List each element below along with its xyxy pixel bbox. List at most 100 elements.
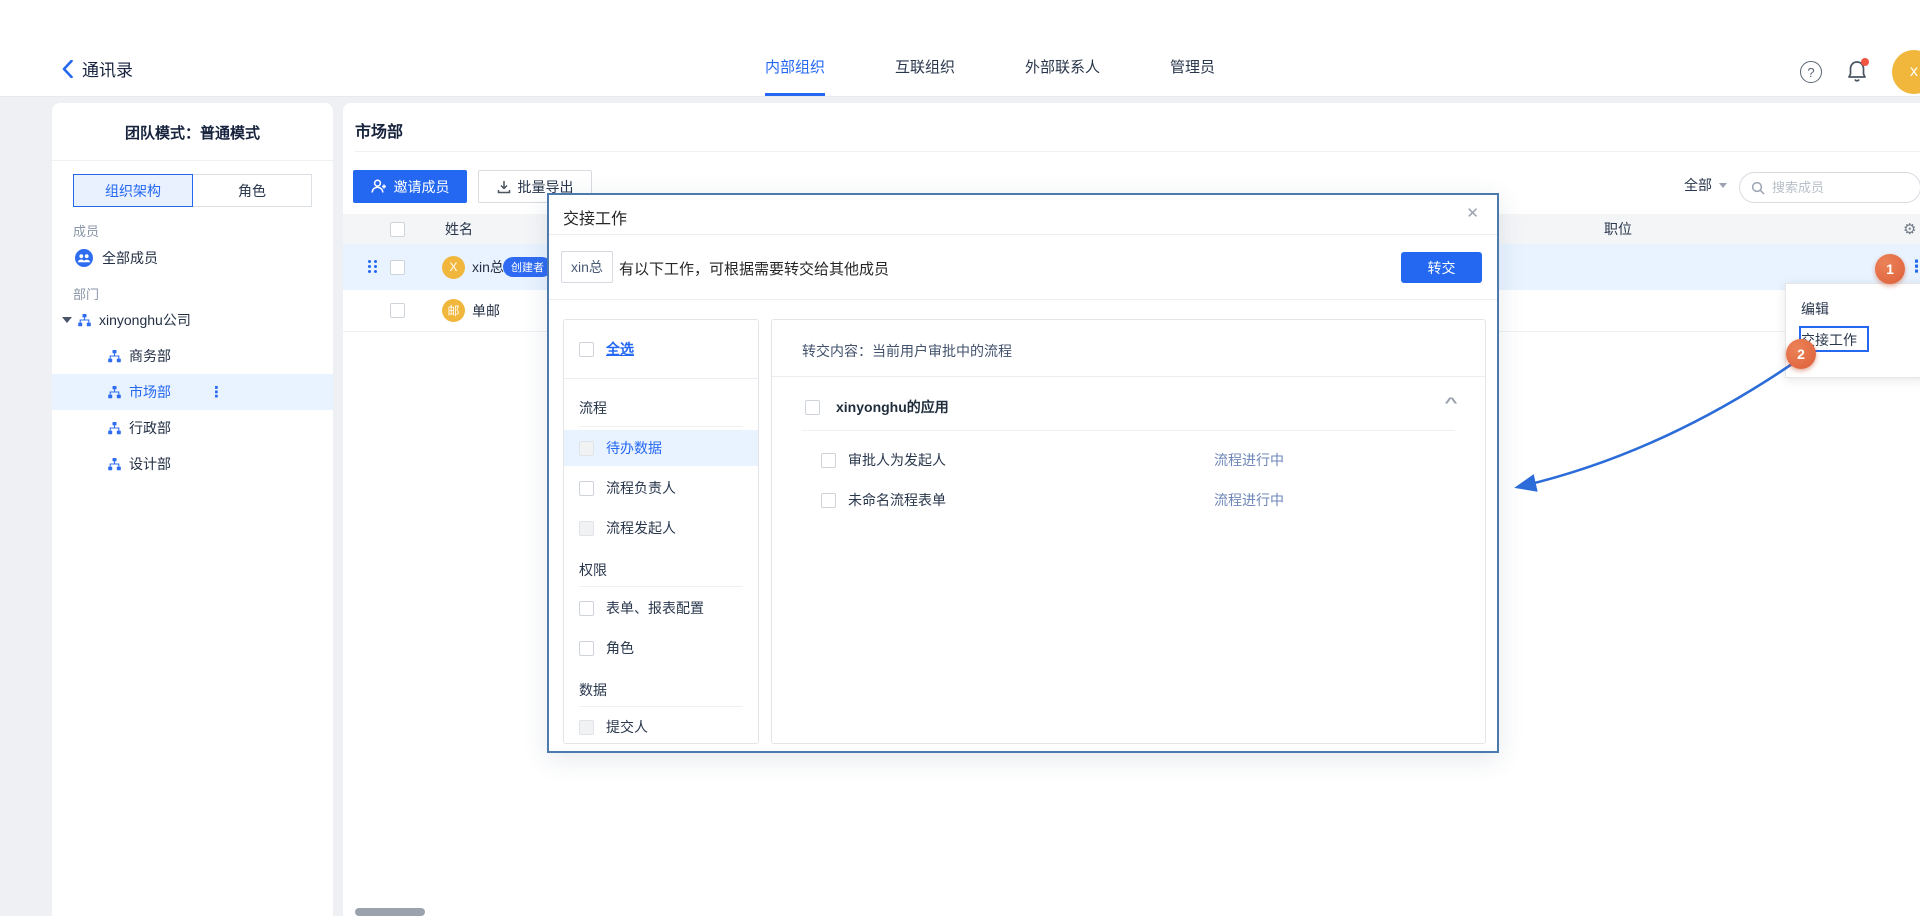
creator-badge: 创建者 xyxy=(503,257,552,277)
tab-org-structure[interactable]: 组织架构 xyxy=(73,174,193,207)
tree-node-dept-market[interactable]: 市场部 ⋮ xyxy=(52,374,333,410)
org-icon xyxy=(108,350,121,363)
chevron-down-icon xyxy=(1719,183,1727,188)
process-status: 流程进行中 xyxy=(1214,450,1284,470)
modal-subtitle-row: xin总 有以下工作，可根据需要转交给其他成员 转交 xyxy=(549,235,1497,300)
invite-member-button[interactable]: 邀请成员 xyxy=(353,170,467,203)
transfer-button[interactable]: 转交 xyxy=(1401,252,1482,283)
category-item-process-initiator[interactable]: 流程发起人 xyxy=(564,510,758,546)
sidebar-item-all-members[interactable]: 全部成员 xyxy=(52,239,333,276)
category-label: 提交人 xyxy=(606,717,648,737)
tab-roles[interactable]: 角色 xyxy=(192,174,312,207)
sidebar: 团队模式：普通模式 组织架构 角色 成员 全部成员 部门 xinyonghu公司… xyxy=(52,103,333,916)
org-icon xyxy=(108,422,121,435)
divider xyxy=(802,430,1455,431)
annotation-step-2: 2 xyxy=(1786,339,1816,369)
tree-node-dept-business[interactable]: 商务部 xyxy=(52,338,333,374)
category-label: 流程发起人 xyxy=(606,518,676,538)
tab-internal-org[interactable]: 内部组织 xyxy=(765,50,825,96)
section-label-permission: 权限 xyxy=(579,560,607,580)
company-label: xinyonghu公司 xyxy=(99,310,191,330)
category-item-role[interactable]: 角色 xyxy=(564,630,758,666)
row-checkbox[interactable] xyxy=(390,260,405,275)
checkbox[interactable] xyxy=(579,441,594,456)
page-title: 通讯录 xyxy=(82,56,133,81)
dept-label: 行政部 xyxy=(129,418,171,438)
checkbox[interactable] xyxy=(821,493,836,508)
team-mode-title: 团队模式：普通模式 xyxy=(52,103,333,143)
dept-label: 市场部 xyxy=(129,382,171,402)
work-category-panel: 全选 流程 待办数据 流程负责人 流程发起人 权限 表单、报表配置 xyxy=(563,319,759,744)
section-label-data: 数据 xyxy=(579,680,607,700)
process-item-row[interactable]: 审批人为发起人 流程进行中 xyxy=(772,445,1485,475)
dept-label: 设计部 xyxy=(129,454,171,474)
horizontal-scrollbar[interactable] xyxy=(355,908,425,916)
download-icon xyxy=(497,180,511,194)
row-checkbox[interactable] xyxy=(390,303,405,318)
drag-handle-icon[interactable] xyxy=(368,260,377,274)
search-icon xyxy=(1751,181,1765,195)
menu-item-edit[interactable]: 编辑 xyxy=(1801,299,1829,319)
checkbox[interactable] xyxy=(579,342,594,357)
checkbox[interactable] xyxy=(579,481,594,496)
user-avatar[interactable]: x xyxy=(1892,50,1920,94)
app-group-row[interactable]: xinyonghu的应用 xyxy=(772,388,1485,426)
category-item-process-owner[interactable]: 流程负责人 xyxy=(564,470,758,506)
filter-dropdown[interactable]: 全部 xyxy=(1684,175,1727,195)
tab-linked-org[interactable]: 互联组织 xyxy=(895,50,955,96)
modal-title: 交接工作 xyxy=(563,205,627,229)
sidebar-tabs: 组织架构 角色 xyxy=(73,174,312,207)
back-button[interactable]: 通讯录 xyxy=(62,56,133,81)
checkbox[interactable] xyxy=(579,521,594,536)
category-item-todo[interactable]: 待办数据 xyxy=(564,430,758,466)
select-all-row[interactable]: 全选 xyxy=(564,331,758,367)
gear-icon[interactable]: ⚙ xyxy=(1903,220,1916,238)
handover-work-modal: 交接工作 ✕ xin总 有以下工作，可根据需要转交给其他成员 转交 全选 流程 … xyxy=(547,193,1499,753)
category-label: 流程负责人 xyxy=(606,478,676,498)
checkbox[interactable] xyxy=(579,601,594,616)
section-label-process: 流程 xyxy=(579,398,607,418)
process-status: 流程进行中 xyxy=(1214,490,1284,510)
invite-label: 邀请成员 xyxy=(394,177,450,197)
caret-down-icon[interactable] xyxy=(62,317,72,323)
checkbox[interactable] xyxy=(579,720,594,735)
category-label: 待办数据 xyxy=(606,438,662,458)
category-item-form-report[interactable]: 表单、报表配置 xyxy=(564,590,758,626)
tree-node-company[interactable]: xinyonghu公司 xyxy=(52,302,333,338)
member-name: xin总 xyxy=(472,257,504,277)
all-members-label: 全部成员 xyxy=(102,248,158,268)
member-name: 单邮 xyxy=(472,301,500,321)
search-input[interactable] xyxy=(1772,180,1892,195)
checkbox[interactable] xyxy=(805,400,820,415)
modal-subtitle: 有以下工作，可根据需要转交给其他成员 xyxy=(619,258,889,279)
process-item-label: 审批人为发起人 xyxy=(848,450,946,470)
annotation-step-1: 1 xyxy=(1875,254,1905,284)
close-icon[interactable]: ✕ xyxy=(1466,204,1479,222)
more-vertical-icon[interactable]: ⋮ xyxy=(209,383,224,401)
tab-admin[interactable]: 管理员 xyxy=(1170,50,1215,96)
tree-node-dept-design[interactable]: 设计部 xyxy=(52,446,333,482)
search-box[interactable] xyxy=(1739,172,1920,203)
transfer-content-header: 转交内容：当前用户审批中的流程 xyxy=(802,341,1012,361)
checkbox[interactable] xyxy=(579,641,594,656)
tree-node-dept-admin[interactable]: 行政部 xyxy=(52,410,333,446)
help-icon[interactable]: ? xyxy=(1800,61,1822,83)
members-icon xyxy=(75,249,93,267)
divider xyxy=(564,378,758,379)
select-all-checkbox[interactable] xyxy=(390,222,405,237)
category-item-submitter[interactable]: 提交人 xyxy=(564,709,758,745)
tab-external-contacts[interactable]: 外部联系人 xyxy=(1025,50,1100,96)
checkbox[interactable] xyxy=(821,453,836,468)
subject-tag: xin总 xyxy=(561,251,613,283)
org-icon xyxy=(108,386,121,399)
topbar-actions: ? x xyxy=(1800,50,1920,94)
divider xyxy=(52,160,333,161)
process-item-row[interactable]: 未命名流程表单 流程进行中 xyxy=(772,485,1485,515)
bell-icon[interactable] xyxy=(1846,60,1868,84)
process-item-label: 未命名流程表单 xyxy=(848,490,946,510)
divider xyxy=(772,376,1485,377)
collapse-caret-icon[interactable]: ^ xyxy=(1444,394,1457,410)
filter-value: 全部 xyxy=(1684,175,1712,195)
category-label: 表单、报表配置 xyxy=(606,598,704,618)
group-label-members: 成员 xyxy=(73,221,333,239)
